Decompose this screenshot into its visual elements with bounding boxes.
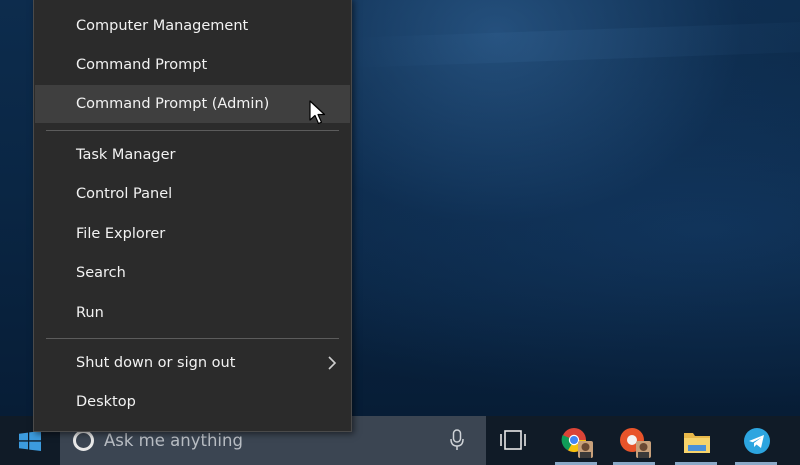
menu-item-label: Control Panel (76, 186, 173, 202)
menu-item-command-prompt-admin[interactable]: Command Prompt (Admin) (35, 85, 350, 123)
menu-item-shut-down-or-sign-out[interactable]: Shut down or sign out (35, 344, 350, 382)
menu-item-computer-management[interactable]: Computer Management (35, 7, 350, 45)
menu-item-search[interactable]: Search (35, 254, 350, 292)
cortana-icon (73, 430, 94, 451)
chrome-app[interactable] (548, 416, 604, 465)
menu-item-command-prompt[interactable]: Command Prompt (35, 46, 350, 84)
telegram-icon (744, 428, 770, 454)
chrome-icon (561, 428, 593, 458)
menu-separator (46, 130, 339, 131)
winx-context-menu: Computer Management Command Prompt Comma… (33, 0, 352, 432)
menu-item-label: File Explorer (76, 226, 166, 242)
menu-item-file-explorer[interactable]: File Explorer (35, 215, 350, 253)
menu-item-label: Command Prompt (Admin) (76, 96, 270, 112)
menu-item-label: Command Prompt (76, 57, 208, 73)
menu-item-task-manager[interactable]: Task Manager (35, 136, 350, 174)
microphone-icon[interactable] (450, 429, 464, 451)
menu-item-label: Run (76, 305, 104, 321)
app-profile[interactable] (606, 416, 662, 465)
telegram-app[interactable] (728, 416, 784, 465)
menu-item-run[interactable]: Run (35, 294, 350, 332)
menu-item-label: Search (76, 265, 126, 281)
menu-separator (46, 338, 339, 339)
task-view-icon (500, 430, 526, 450)
menu-item-label: Computer Management (76, 18, 249, 34)
menu-item-label: Shut down or sign out (76, 355, 236, 371)
task-view-button[interactable] (486, 416, 542, 465)
windows-logo-icon (19, 431, 41, 451)
folder-icon (684, 433, 710, 453)
profile-icon (620, 428, 651, 458)
file-explorer-app[interactable] (668, 416, 724, 465)
menu-item-label: Task Manager (76, 147, 176, 163)
menu-item-desktop[interactable]: Desktop (35, 383, 350, 421)
menu-item-label: Desktop (76, 394, 136, 410)
mouse-cursor-icon (309, 100, 326, 125)
menu-item-control-panel[interactable]: Control Panel (35, 175, 350, 213)
chevron-right-icon (328, 356, 337, 370)
